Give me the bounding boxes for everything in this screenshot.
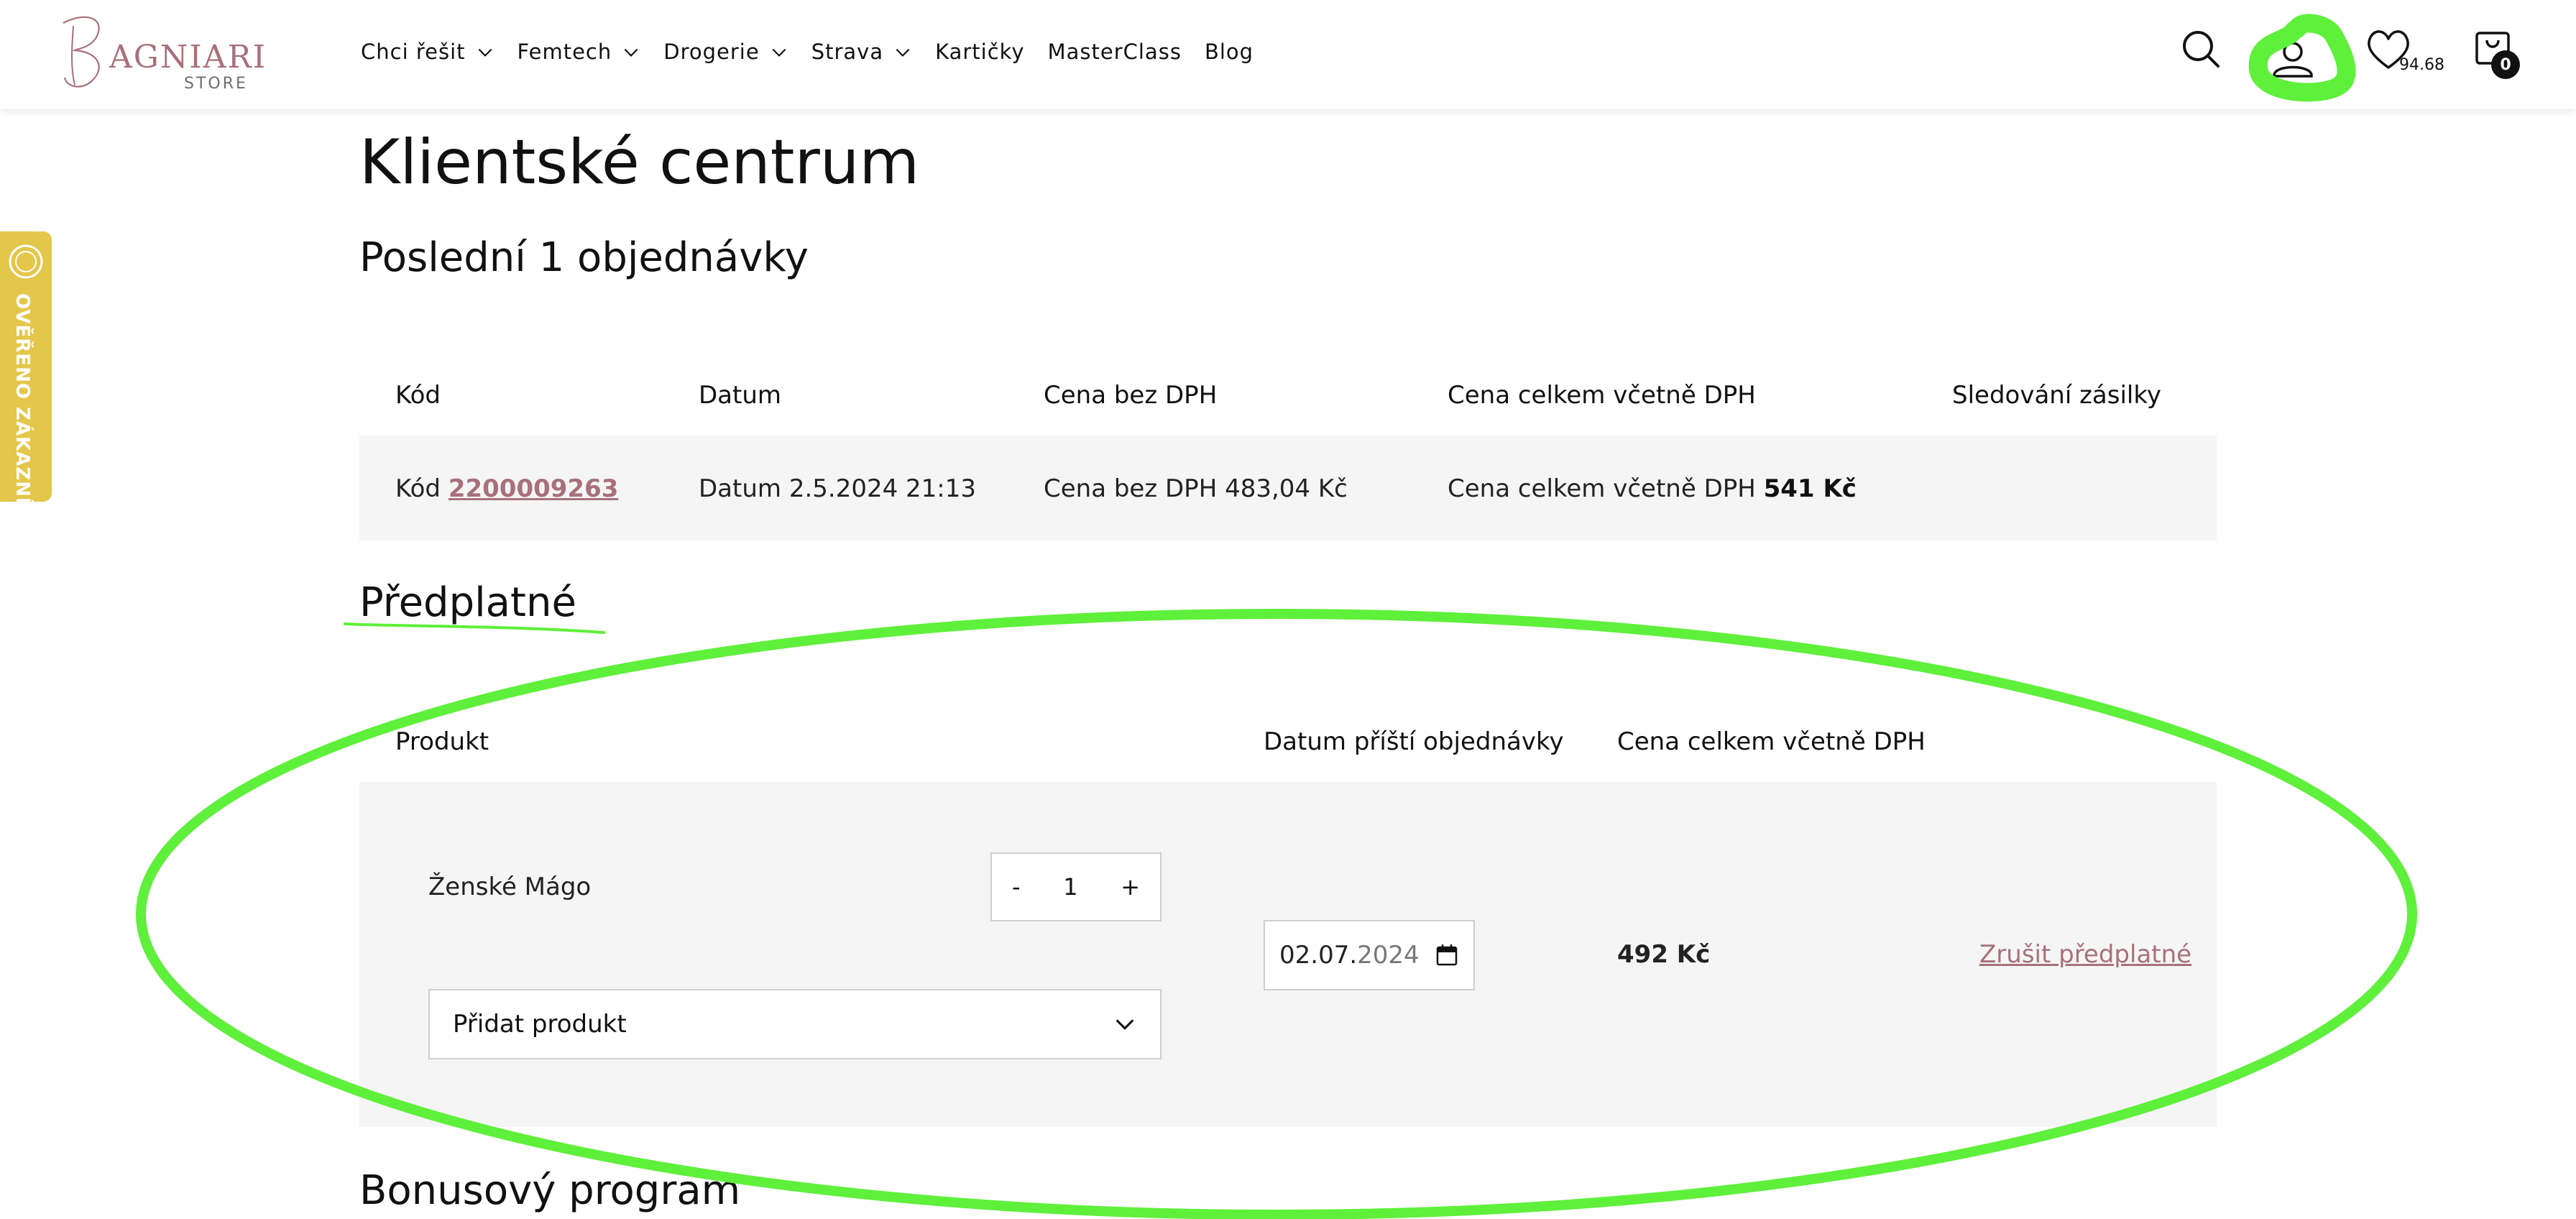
nav-label: Strava (811, 40, 884, 64)
order-net-cell: Cena bez DPH 483,04 Kč (1044, 474, 1348, 503)
search-icon (2183, 31, 2220, 68)
verified-reviews-badge[interactable]: OVĚŘENO ZÁKAZNÍKY (0, 231, 52, 535)
nav-label: Chci řešit (361, 40, 466, 64)
nav-item-blog[interactable]: Blog (1205, 40, 1254, 64)
nav-label: MasterClass (1047, 40, 1182, 64)
orders-col-total: Cena celkem včetně DPH (1448, 381, 1756, 410)
nav-item-masterclass[interactable]: MasterClass (1048, 40, 1182, 64)
order-total-label: Cena celkem včetně DPH (1448, 474, 1756, 503)
chevron-down-icon (770, 42, 788, 61)
chevron-down-icon (1113, 1012, 1137, 1036)
order-code-cell: Kód 2200009263 (395, 474, 618, 503)
order-code-label: Kód (395, 474, 441, 503)
next-order-date-value: 02.07.2024 (1279, 941, 1420, 970)
chevron-down-icon (893, 42, 912, 61)
order-total-price: 541 Kč (1763, 474, 1857, 503)
logo-sub-text: STORE (184, 75, 248, 93)
nav-item-karticky[interactable]: Kartičky (935, 40, 1025, 64)
nav-item-strava[interactable]: Strava (811, 40, 912, 64)
order-code-link[interactable]: 2200009263 (448, 474, 619, 503)
order-total-cell: Cena celkem včetně DPH 541 Kč (1448, 474, 1857, 503)
sub-col-next-date: Datum příští objednávky (1264, 727, 1564, 756)
nav-label: Drogerie (663, 40, 760, 64)
order-date: 2.5.2024 21:13 (788, 474, 977, 503)
orders-col-date: Datum (699, 381, 782, 410)
order-date-cell: Datum 2.5.2024 21:13 (699, 474, 976, 503)
chevron-down-icon (476, 42, 494, 61)
next-date-day-month: 02.07. (1279, 941, 1358, 970)
quantity-plus-button[interactable]: + (1121, 873, 1140, 901)
site-header: AGNIARI STORE Chci řešit Femtech Drogeri… (0, 0, 2576, 109)
subscription-heading: Předplatné (359, 579, 576, 626)
sub-col-product: Produkt (395, 727, 489, 756)
orders-col-tracking: Sledování zásilky (1952, 381, 2161, 410)
user-icon (2273, 42, 2313, 78)
brand-logo[interactable]: AGNIARI STORE (56, 10, 265, 96)
sub-price: 492 Kč (1617, 940, 1711, 969)
nav-item-chci-resit[interactable]: Chci řešit (361, 40, 494, 64)
cart-count-badge: 0 (2491, 50, 2520, 79)
verified-reviews-label: OVĚŘENO ZÁKAZNÍKY (12, 293, 33, 535)
nav-item-drogerie[interactable]: Drogerie (663, 40, 788, 64)
quantity-value[interactable]: 1 (1063, 873, 1077, 901)
nav-label: Femtech (517, 40, 612, 64)
main-nav: Chci řešit Femtech Drogerie Strava Karti… (361, 36, 1276, 68)
next-date-year: 2024 (1357, 941, 1420, 970)
sub-col-total: Cena celkem včetně DPH (1617, 727, 1926, 756)
nav-label: Kartičky (935, 40, 1025, 64)
add-product-label: Přidat produkt (453, 1010, 627, 1039)
order-net-label: Cena bez DPH (1044, 474, 1218, 503)
bonus-heading: Bonusový program (359, 1167, 741, 1214)
calendar-icon[interactable] (1435, 943, 1459, 967)
sub-product-name: Ženské Mágo (428, 873, 592, 901)
cancel-subscription-link[interactable]: Zrušit předplatné (1979, 940, 2191, 969)
order-date-label: Datum (699, 474, 782, 503)
add-product-select[interactable]: Přidat produkt (428, 989, 1162, 1059)
account-button[interactable] (2253, 23, 2349, 104)
quantity-stepper: - 1 + (990, 852, 1162, 921)
orders-heading: Poslední 1 objednávky (359, 234, 809, 281)
quantity-minus-button[interactable]: - (1012, 873, 1021, 901)
page-title: Klientské centrum (359, 126, 920, 198)
seal-icon (7, 243, 45, 280)
logo-brand-text: AGNIARI (109, 39, 267, 75)
orders-col-code: Kód (395, 381, 441, 410)
wishlist-value: 94.68 (2399, 56, 2444, 74)
next-order-date-input[interactable]: 02.07.2024 (1264, 920, 1475, 990)
nav-item-femtech[interactable]: Femtech (518, 40, 641, 64)
search-button[interactable] (2176, 24, 2227, 75)
order-net-price: 483,04 Kč (1225, 474, 1348, 503)
nav-label: Blog (1204, 40, 1254, 64)
orders-col-net: Cena bez DPH (1044, 381, 1218, 410)
chevron-down-icon (622, 42, 640, 61)
